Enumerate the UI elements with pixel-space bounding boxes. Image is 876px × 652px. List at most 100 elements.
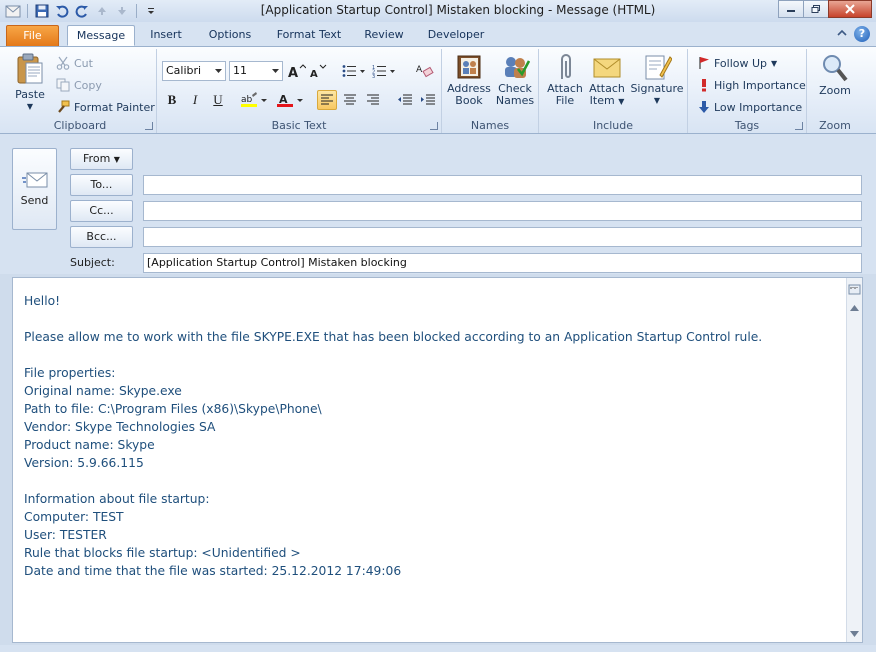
arrow-down-icon[interactable] bbox=[113, 2, 131, 20]
align-center-icon bbox=[344, 94, 356, 105]
zoom-button[interactable]: Zoom bbox=[811, 53, 859, 97]
outlook-app-icon[interactable] bbox=[4, 2, 22, 20]
tab-developer[interactable]: Developer bbox=[420, 25, 492, 46]
tab-format-text[interactable]: Format Text bbox=[270, 25, 348, 46]
chevron-down-icon: ▼ bbox=[653, 96, 661, 105]
undo-icon[interactable] bbox=[53, 2, 71, 20]
from-label: From bbox=[83, 152, 111, 165]
svg-text:A: A bbox=[288, 66, 298, 78]
zoom-label: Zoom bbox=[819, 84, 851, 97]
vertical-scrollbar[interactable] bbox=[846, 278, 862, 642]
tab-options[interactable]: Options bbox=[200, 25, 260, 46]
bold-label: B bbox=[167, 92, 177, 107]
shrink-font-icon: A bbox=[310, 64, 327, 78]
check-names-icon bbox=[505, 57, 530, 78]
to-field[interactable] bbox=[143, 175, 862, 195]
decrease-indent-button[interactable] bbox=[395, 90, 415, 110]
clear-formatting-button[interactable]: A bbox=[415, 60, 435, 80]
high-importance-button[interactable]: High Importance bbox=[698, 75, 806, 95]
tab-message[interactable]: Message bbox=[67, 25, 135, 46]
group-basic-text: Calibri 11 A A 123 A B I U ab A Basic Te… bbox=[157, 49, 442, 133]
copy-button[interactable]: Copy bbox=[56, 75, 102, 95]
customize-qat-icon[interactable] bbox=[142, 2, 160, 20]
numbering-button[interactable]: 123 bbox=[371, 61, 397, 81]
tab-insert[interactable]: Insert bbox=[142, 25, 190, 46]
address-book-label-2: Book bbox=[455, 94, 483, 107]
minimize-button[interactable] bbox=[778, 0, 804, 18]
align-right-button[interactable] bbox=[363, 90, 383, 110]
align-center-button[interactable] bbox=[340, 90, 360, 110]
message-body[interactable]: Hello! Please allow me to work with the … bbox=[12, 277, 863, 643]
underline-button[interactable]: U bbox=[208, 90, 228, 110]
scroll-up-icon[interactable] bbox=[847, 300, 862, 315]
tab-file[interactable]: File bbox=[6, 25, 59, 46]
help-icon[interactable]: ? bbox=[854, 26, 870, 42]
chevron-down-icon bbox=[212, 62, 225, 80]
italic-button[interactable]: I bbox=[185, 90, 205, 110]
scroll-down-icon[interactable] bbox=[847, 626, 862, 641]
paste-button[interactable]: Paste ▼ bbox=[10, 53, 50, 113]
format-painter-button[interactable]: Format Painter bbox=[56, 97, 155, 117]
maximize-button[interactable] bbox=[803, 0, 829, 18]
paste-label: Paste bbox=[15, 88, 45, 101]
cc-field[interactable] bbox=[143, 201, 862, 221]
bullets-button[interactable] bbox=[341, 61, 367, 81]
attach-item-button[interactable]: Attach Item ▼ bbox=[585, 53, 629, 108]
from-button[interactable]: From ▼ bbox=[70, 148, 133, 170]
grow-font-icon: A bbox=[288, 64, 306, 78]
increase-indent-button[interactable] bbox=[418, 90, 438, 110]
bottom-border bbox=[0, 645, 876, 652]
qat-separator bbox=[27, 4, 28, 18]
tags-dialog-launcher[interactable] bbox=[795, 122, 803, 130]
attach-file-button[interactable]: Attach File bbox=[543, 53, 587, 107]
svg-text:ab: ab bbox=[241, 95, 253, 105]
clipboard-dialog-launcher[interactable] bbox=[145, 122, 153, 130]
close-button[interactable] bbox=[828, 0, 872, 18]
font-color-button[interactable]: A bbox=[275, 90, 305, 110]
group-label-basic-text: Basic Text bbox=[271, 119, 327, 132]
bcc-field[interactable] bbox=[143, 227, 862, 247]
paintbrush-icon bbox=[58, 100, 70, 113]
title-bar: [Application Startup Control] Mistaken b… bbox=[0, 0, 876, 22]
window-controls bbox=[778, 0, 872, 18]
signature-button[interactable]: Signature ▼ bbox=[629, 53, 685, 107]
chevron-down-icon bbox=[269, 62, 282, 80]
shrink-font-button[interactable]: A bbox=[308, 61, 328, 81]
attach-file-label-2: File bbox=[555, 94, 575, 107]
bold-button[interactable]: B bbox=[162, 90, 182, 110]
align-left-button[interactable] bbox=[317, 90, 337, 110]
save-icon[interactable] bbox=[33, 2, 51, 20]
font-name-combo[interactable]: Calibri bbox=[162, 61, 226, 81]
attach-item-label-2: Item bbox=[589, 94, 615, 107]
redo-icon[interactable] bbox=[73, 2, 91, 20]
to-button[interactable]: To... bbox=[70, 174, 133, 196]
font-size-combo[interactable]: 11 bbox=[229, 61, 283, 81]
high-importance-label: High Importance bbox=[714, 78, 806, 92]
ruler-toggle-icon[interactable] bbox=[847, 282, 862, 297]
grow-font-button[interactable]: A bbox=[287, 61, 307, 81]
ribbon: Paste ▼ Cut Copy Format Painter Clipboar… bbox=[0, 46, 876, 134]
cc-button[interactable]: Cc... bbox=[70, 200, 133, 222]
subject-field[interactable]: [Application Startup Control] Mistaken b… bbox=[143, 253, 862, 273]
basic-text-dialog-launcher[interactable] bbox=[430, 122, 438, 130]
check-names-button[interactable]: Check Names bbox=[492, 53, 538, 107]
bcc-button[interactable]: Bcc... bbox=[70, 226, 133, 248]
group-zoom: Zoom Zoom bbox=[807, 49, 863, 133]
low-importance-button[interactable]: Low Importance bbox=[698, 97, 802, 117]
address-book-button[interactable]: Address Book bbox=[446, 53, 492, 107]
highlight-button[interactable]: ab bbox=[239, 90, 269, 110]
group-label-zoom: Zoom bbox=[819, 119, 851, 132]
cc-label: Cc... bbox=[89, 204, 114, 217]
send-button[interactable]: Send bbox=[12, 148, 57, 230]
tab-review[interactable]: Review bbox=[356, 25, 412, 46]
minimize-ribbon-icon[interactable] bbox=[836, 27, 848, 42]
group-names: Address Book Check Names Names bbox=[442, 49, 539, 133]
exclamation-icon bbox=[702, 79, 706, 92]
follow-up-button[interactable]: Follow Up ▼ bbox=[698, 53, 777, 73]
envelope-icon bbox=[593, 58, 621, 78]
signature-icon bbox=[645, 55, 672, 80]
arrow-up-icon[interactable] bbox=[93, 2, 111, 20]
cut-button[interactable]: Cut bbox=[56, 53, 93, 73]
chevron-down-icon: ▼ bbox=[771, 58, 778, 68]
clear-formatting-icon: A bbox=[416, 65, 434, 78]
